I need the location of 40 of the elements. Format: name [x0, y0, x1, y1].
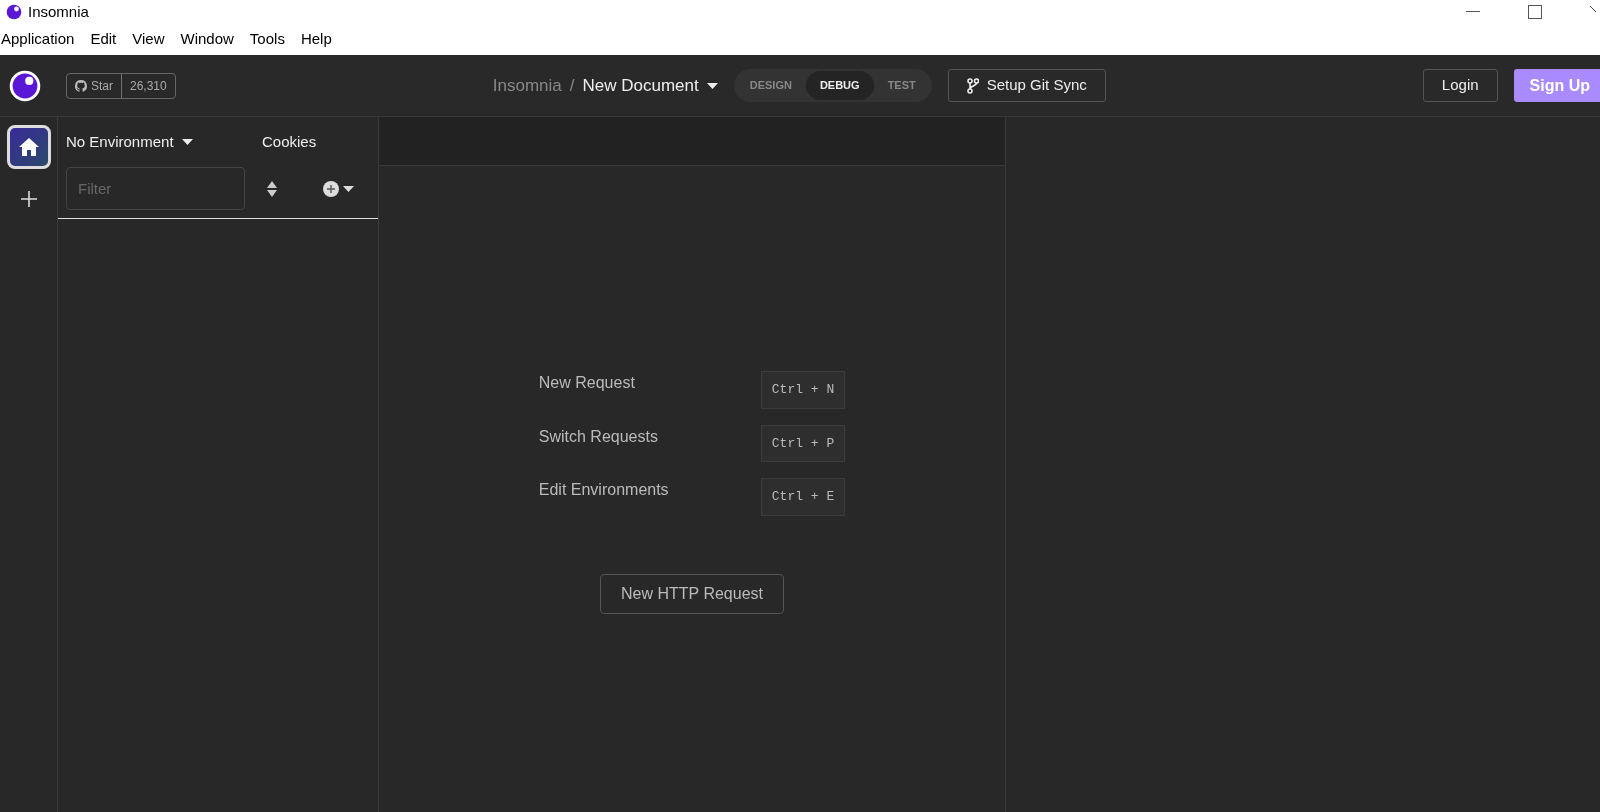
cookies-link[interactable]: Cookies	[262, 130, 317, 154]
maximize-icon[interactable]	[1528, 5, 1542, 19]
shortcut-label: New Request	[538, 373, 636, 393]
star-count: 26,310	[129, 77, 168, 95]
menu-item[interactable]: View	[131, 28, 166, 51]
add-dropdown-icon[interactable]	[323, 180, 354, 197]
github-icon	[75, 79, 87, 92]
menu-item[interactable]: Window	[179, 28, 235, 51]
sort-icon[interactable]	[267, 180, 277, 197]
filter-field[interactable]: Filter	[66, 167, 245, 210]
minimize-icon[interactable]	[1466, 11, 1480, 13]
shortcut-keys: Ctrl + N	[760, 371, 846, 409]
star-label: Star	[91, 77, 113, 95]
shortcut-label: Switch Requests	[538, 426, 659, 447]
branch-icon	[966, 77, 979, 94]
login-button[interactable]: Login	[1422, 69, 1498, 102]
caret-icon	[706, 82, 718, 89]
shortcut-keys: Ctrl + P	[760, 424, 846, 462]
window-title: Insomnia	[28, 1, 89, 22]
caret-icon	[181, 139, 193, 145]
shortcut-label: Edit Environments	[538, 480, 670, 500]
breadcrumb-separator: /	[569, 74, 575, 97]
menu-item[interactable]: Application	[0, 28, 76, 51]
shortcut-keys: Ctrl + E	[760, 478, 846, 516]
mode-tab[interactable]: DEBUG	[805, 71, 874, 100]
environment-dropdown[interactable]: No Environment	[66, 130, 262, 154]
home-button[interactable]	[6, 125, 51, 169]
github-star-button[interactable]: Star 26,310	[66, 72, 176, 99]
app-logo-icon	[8, 68, 42, 103]
breadcrumb-link[interactable]: Insomnia	[492, 72, 562, 99]
menu-item[interactable]: Edit	[89, 28, 118, 51]
new-request-button[interactable]: New HTTP Request	[600, 573, 784, 614]
menu-item[interactable]: Help	[299, 28, 333, 51]
mode-tab[interactable]: TEST	[873, 71, 930, 100]
home-icon	[18, 138, 39, 156]
menu-item[interactable]: Tools	[248, 28, 286, 51]
mode-tab[interactable]: DESIGN	[735, 71, 806, 100]
git-sync-button[interactable]: Setup Git Sync	[947, 69, 1106, 102]
plus-icon	[20, 191, 37, 207]
document-dropdown[interactable]: New Document	[582, 72, 718, 99]
